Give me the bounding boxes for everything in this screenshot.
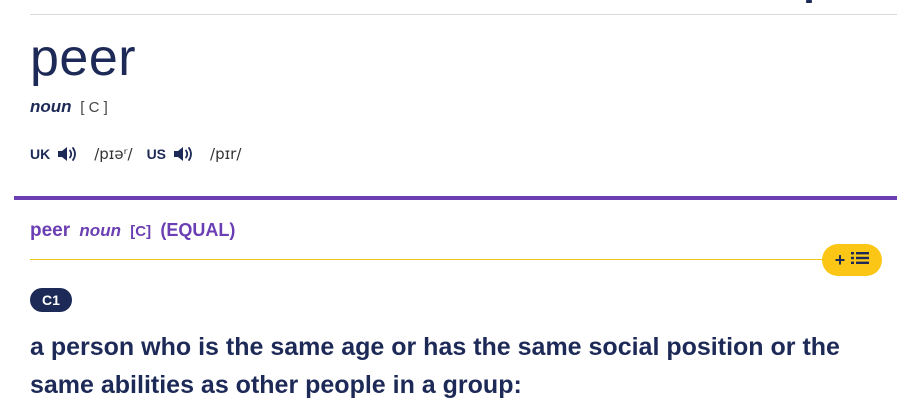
top-divider [30, 14, 897, 15]
cefr-level-badge: C1 [30, 288, 72, 312]
part-of-speech-line: noun [ C ] [30, 97, 108, 118]
us-ipa: /pɪr/ [210, 145, 242, 163]
sense-guide-word: (EQUAL) [160, 220, 236, 240]
us-audio-speaker-icon[interactable] [172, 145, 196, 163]
pronunciation-line: UK /pɪəʳ/ US /pɪr/ [30, 143, 255, 165]
uk-ipa: /pɪəʳ/ [94, 145, 133, 163]
sense-headword: peer [30, 220, 71, 241]
uk-audio-speaker-icon[interactable] [56, 145, 80, 163]
section-divider [14, 196, 897, 200]
grammar-code: [ C ] [80, 99, 108, 116]
header-edge-icon [806, 0, 812, 3]
plus-icon: + [834, 250, 846, 270]
sense-part-of-speech: noun [79, 221, 121, 240]
uk-region-label: UK [30, 146, 51, 162]
add-to-word-list-button[interactable]: + [822, 244, 882, 276]
headword-title: peer [30, 29, 137, 87]
us-region-label: US [146, 146, 167, 162]
list-icon [851, 251, 870, 270]
definition-text: a person who is the same age or has the … [30, 333, 840, 399]
part-of-speech: noun [30, 97, 72, 116]
sense-grammar-code: [C] [130, 223, 152, 240]
sense-divider [30, 259, 869, 260]
sense-header: peer noun [C] (EQUAL) [30, 218, 235, 244]
